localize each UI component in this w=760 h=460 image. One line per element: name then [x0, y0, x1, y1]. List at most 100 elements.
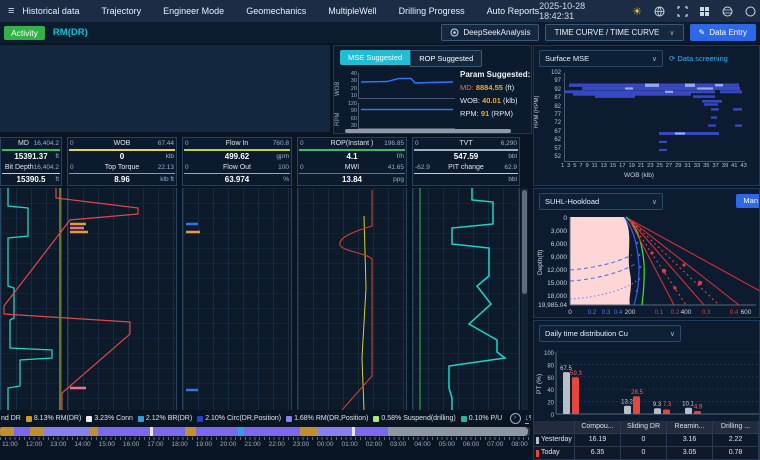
- heatmap-xtick: 1: [561, 163, 564, 169]
- heatmap-xtick: 23: [647, 163, 653, 169]
- mini-horizontal-scrollbar[interactable]: [345, 129, 511, 133]
- wob-ticks: 40302010: [341, 72, 357, 99]
- activity-badge: Activity: [4, 26, 45, 40]
- legend-item[interactable]: 0.58% Suspend(drilling): [373, 415, 455, 422]
- heatmap-xtick: 21: [638, 163, 644, 169]
- log-curves: [0, 188, 530, 410]
- track-header-md[interactable]: MD16,404.2 15391.37ft Bit Depth16,404.2 …: [0, 137, 62, 186]
- chevron-down-icon: ∨: [652, 55, 657, 63]
- heatmap-ytick: 52: [541, 154, 561, 160]
- tab-mse-suggested[interactable]: MSE Suggested: [340, 50, 410, 65]
- heatmap-xtick: 7: [579, 163, 582, 169]
- nav-item[interactable]: Drilling Progress: [399, 6, 465, 16]
- nav-item[interactable]: MultipleWell: [328, 6, 376, 16]
- timeline-scrubber[interactable]: [388, 427, 528, 436]
- sub-toolbar: Activity RM(DR) DeepSeekAnalysis TIME CU…: [0, 22, 760, 43]
- log-track-area[interactable]: [0, 188, 530, 410]
- daily-time-select[interactable]: Daily time distribution Cu∨: [539, 325, 681, 342]
- timeline-ticks: [0, 437, 530, 440]
- heatmap-xtick: 15: [610, 163, 616, 169]
- data-entry-button[interactable]: ✎ Data Entry: [690, 24, 757, 41]
- suhl-hookload-select[interactable]: SUHL-Hookload∨: [539, 193, 663, 210]
- wob-tick: 10: [341, 94, 357, 99]
- nav-item[interactable]: Geomechanics: [246, 6, 306, 16]
- svg-text:3,000: 3,000: [551, 228, 568, 235]
- track-header-wob[interactable]: 0WOB67.44 0klb 0Top Torque22.13 8.96klb …: [67, 137, 177, 186]
- activity-legend: nd DR 8.13% RM(DR) 3.23% Conn 2.12% BR(D…: [0, 412, 531, 425]
- heatmap-ytick: 77: [541, 112, 561, 118]
- svg-text:0: 0: [551, 413, 555, 419]
- track-header-rop[interactable]: 0ROP(Instant )196.85 4.1f/h 0MWI41.65 13…: [297, 137, 407, 186]
- timeline-hours: 11:0012:0013:0014:0015:0016:0017:0018:00…: [2, 441, 528, 448]
- svg-text:0.2: 0.2: [588, 310, 597, 316]
- svg-text:12,000: 12,000: [547, 267, 567, 274]
- nav-item[interactable]: Auto Reports: [487, 6, 540, 16]
- track-vertical-scrollbar[interactable]: [521, 188, 528, 410]
- manual-button[interactable]: Man: [736, 194, 760, 208]
- tab-rop-suggested[interactable]: ROP Suggested: [410, 50, 482, 67]
- data-screening-link[interactable]: ⟳ Data screening: [669, 54, 728, 63]
- theme-sun-icon[interactable]: ☀: [631, 5, 643, 17]
- heatmap-ytick: 97: [541, 78, 561, 84]
- svg-text:0.1: 0.1: [655, 310, 664, 316]
- user-icon[interactable]: [744, 5, 756, 17]
- svg-text:600: 600: [741, 309, 752, 316]
- timeline-hour-label: 02:00: [366, 441, 382, 448]
- heatmap-xticks: 135791113151719212325272931333537394143: [561, 163, 747, 169]
- mse-suggestion-panel: MSE Suggested ROP Suggested WOB 40302010…: [333, 45, 532, 134]
- legend-item[interactable]: nd DR: [1, 415, 21, 422]
- suhl-hookload-chart: 0 3,000 6,000 9,000 12,000 15,000 18,000…: [534, 213, 760, 318]
- heatmap-xtick: 31: [684, 163, 690, 169]
- heatmap-xtick: 11: [592, 163, 598, 169]
- chevron-down-icon: ∨: [669, 29, 674, 37]
- timeline-activity-segments: [0, 427, 388, 436]
- download-icon[interactable]: ↓: [525, 413, 530, 424]
- heatmap-xtick: 33: [694, 163, 700, 169]
- heatmap-ytick: 67: [541, 129, 561, 135]
- table-row-yesterday: Yesterday: [534, 434, 574, 446]
- nav-item[interactable]: Trajectory: [101, 6, 141, 16]
- language-icon[interactable]: [722, 5, 734, 17]
- heatmap-xtick: 27: [666, 163, 672, 169]
- well-label: RM(DR): [53, 27, 88, 38]
- nav-item[interactable]: Historical data: [22, 6, 79, 16]
- heatmap-xtick: 39: [722, 163, 728, 169]
- heatmap-xtick: 41: [731, 163, 737, 169]
- timeline-hour-label: 19:00: [196, 441, 212, 448]
- nav-item[interactable]: Engineer Mode: [163, 6, 224, 16]
- grid-icon[interactable]: [699, 5, 711, 17]
- legend-item[interactable]: 3.23% Conn: [86, 415, 133, 422]
- heatmap-xtick: 43: [740, 163, 746, 169]
- track-header-tvt[interactable]: 0TVT6,290 547.59bbl -62.9PIT change62.9 …: [412, 137, 520, 186]
- legend-item[interactable]: 2.10% Circ(DR,Position): [197, 415, 281, 422]
- heatmap-ytick: 62: [541, 137, 561, 143]
- timeline-hour-label: 23:00: [293, 441, 309, 448]
- heatmap-xtick: 17: [619, 163, 625, 169]
- activity-timeline-bar[interactable]: [0, 427, 530, 436]
- fullscreen-icon[interactable]: [676, 5, 688, 17]
- table-row-today: Today: [534, 447, 574, 459]
- deepseek-analysis-button[interactable]: DeepSeekAnalysis: [441, 24, 539, 41]
- legend-item[interactable]: 8.13% RM(DR): [26, 415, 81, 422]
- pencil-icon: ✎: [699, 28, 706, 37]
- legend-item[interactable]: 0.10% P/U: [461, 415, 502, 422]
- track-header-flow[interactable]: 0Flow In760.8 499.62gpm 0Flow Out100 63.…: [182, 137, 292, 186]
- legend-item[interactable]: 2.12% BR(DR): [138, 415, 192, 422]
- menu-icon[interactable]: ≡: [8, 5, 14, 17]
- svg-text:Depth(ft): Depth(ft): [537, 250, 544, 275]
- legend-item[interactable]: 1.68% RM(DR,Position): [286, 415, 368, 422]
- svg-text:59.3: 59.3: [570, 371, 582, 377]
- timeline-hour-label: 17:00: [147, 441, 163, 448]
- timeline-hour-label: 00:00: [317, 441, 333, 448]
- daily-time-bar-chart: 100 80 60 40 20 0 PT (%) 67.5 59.3 13.2 …: [534, 344, 760, 424]
- timeline-hour-label: 01:00: [341, 441, 357, 448]
- heatmap-ytick: 72: [541, 120, 561, 126]
- timeline-hour-label: 04:00: [414, 441, 430, 448]
- legend-expand-icon[interactable]: ›: [510, 413, 521, 424]
- curve-type-select[interactable]: TIME CURVE / TIME CURVE∨: [545, 24, 683, 41]
- surface-mse-select[interactable]: Surface MSE∨: [539, 50, 663, 67]
- rpm-tick: 60: [341, 117, 357, 122]
- globe-icon[interactable]: [654, 5, 666, 17]
- param-suggested-block: Param Suggested: MD: 8884.55 (ft) WOB: 4…: [460, 70, 530, 118]
- svg-text:PT (%): PT (%): [536, 374, 543, 394]
